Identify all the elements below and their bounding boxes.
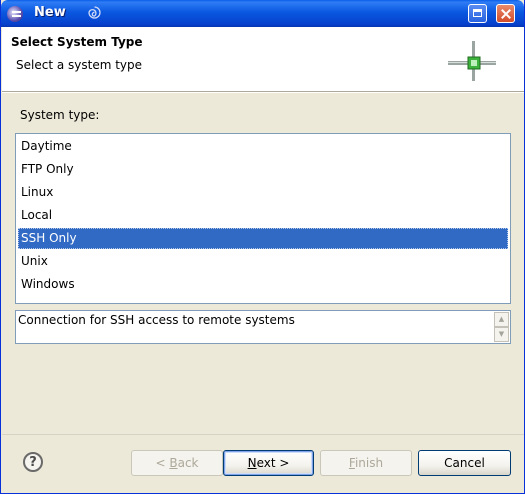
page-description: Select a system type (16, 58, 143, 72)
maximize-icon[interactable] (468, 4, 487, 23)
finish-button[interactable]: Finish (320, 450, 412, 476)
description-scrollbar[interactable]: ▲ ▼ (494, 312, 509, 342)
footer-separator (2, 434, 524, 435)
connection-icon (448, 41, 496, 81)
page-title: Select System Type (11, 35, 143, 49)
list-item-unix[interactable]: Unix (18, 251, 508, 272)
next-rest: ext > (256, 455, 290, 470)
back-prefix: < (155, 455, 170, 470)
list-item-linux[interactable]: Linux (18, 182, 508, 203)
wizard-header: Select System Type Select a system type (2, 27, 524, 92)
close-icon[interactable] (496, 4, 515, 23)
system-type-label: System type: (20, 108, 100, 122)
system-type-list[interactable]: Daytime FTP Only Linux Local SSH Only Un… (15, 133, 511, 304)
next-button[interactable]: Next > (223, 450, 314, 476)
finish-rest: inish (354, 455, 384, 470)
description-text-area[interactable]: Connection for SSH access to remote syst… (15, 310, 511, 344)
list-item-local[interactable]: Local (18, 205, 508, 226)
scroll-up-icon[interactable]: ▲ (494, 312, 509, 327)
eclipse-icon (7, 6, 23, 22)
list-item-windows[interactable]: Windows (18, 274, 508, 295)
list-item-ftp-only[interactable]: FTP Only (18, 159, 508, 180)
back-button[interactable]: < Back (131, 450, 223, 476)
scroll-down-icon[interactable]: ▼ (494, 327, 509, 342)
back-mnemonic: B (169, 455, 178, 470)
cancel-button[interactable]: Cancel (418, 450, 511, 476)
help-icon[interactable]: ? (23, 452, 43, 472)
window-title: New (34, 5, 66, 20)
title-bar[interactable]: New (1, 0, 524, 27)
list-item-daytime[interactable]: Daytime (18, 136, 508, 157)
description-text: Connection for SSH access to remote syst… (18, 313, 295, 327)
list-item-ssh-only[interactable]: SSH Only (18, 228, 508, 249)
next-mnemonic: N (247, 455, 257, 470)
new-wizard-dialog: New Select System Type Select a system t… (0, 0, 525, 494)
back-rest: ack (177, 455, 199, 470)
header-separator (2, 92, 524, 93)
swirl-icon (87, 5, 102, 20)
